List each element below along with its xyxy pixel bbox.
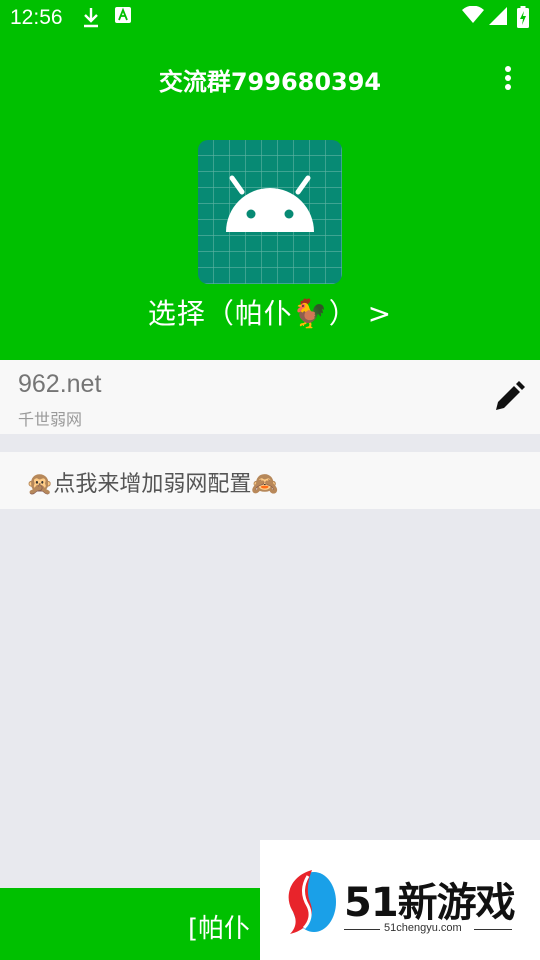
battery-charging-icon (517, 6, 529, 33)
app-notification-icon (114, 6, 132, 29)
watermark-logo: 51新游戏 51chengyu.com (260, 840, 540, 960)
config-list-item[interactable]: 962.net 千世弱网 (0, 360, 540, 434)
watermark-divider-right (474, 929, 512, 930)
watermark-logo-icon (288, 870, 336, 934)
status-time: 12:56 (10, 6, 63, 29)
watermark-divider-left (344, 929, 380, 930)
wifi-icon (462, 5, 484, 29)
select-target-link[interactable]: 选择（帕仆🐓） > (0, 292, 540, 332)
more-vert-icon[interactable] (502, 64, 514, 92)
config-subtitle: 千世弱网 (18, 410, 83, 429)
download-icon (82, 6, 100, 33)
watermark-brand: 51新游戏 (344, 880, 516, 926)
watermark-domain: 51chengyu.com (384, 922, 462, 934)
add-config-label: 🙊点我来增加弱网配置🙈 (26, 472, 279, 497)
config-name: 962.net (18, 370, 102, 398)
pencil-icon[interactable] (492, 380, 526, 414)
app-title: 交流群799680394 (158, 68, 382, 96)
android-icon[interactable] (198, 140, 342, 284)
status-bar: 12:56 (0, 0, 540, 36)
header-panel: 选择（帕仆🐓） > (0, 120, 540, 360)
signal-icon (488, 6, 508, 31)
app-bar: 交流群799680394 (0, 36, 540, 120)
bottom-bar-label: [帕仆 (188, 914, 251, 944)
add-config-button[interactable]: 🙊点我来增加弱网配置🙈 (0, 452, 540, 509)
